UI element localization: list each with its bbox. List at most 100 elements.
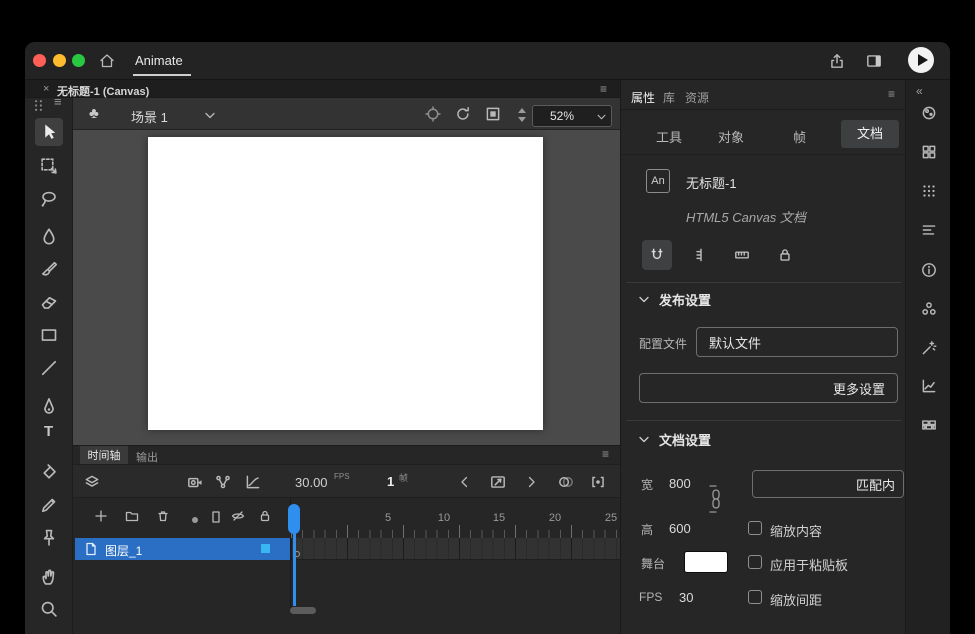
properties-menu-icon[interactable]: ≡ bbox=[888, 87, 895, 101]
scene-name[interactable]: 场景 1 bbox=[131, 107, 168, 126]
snap-align-button[interactable] bbox=[686, 240, 716, 270]
new-layer-button[interactable] bbox=[93, 508, 109, 524]
rotate-tool-icon[interactable] bbox=[454, 105, 472, 123]
subtab-tool[interactable]: 工具 bbox=[656, 127, 682, 146]
new-folder-button[interactable] bbox=[124, 508, 140, 524]
doc-tab-label[interactable]: 无标题-1 (Canvas) bbox=[57, 83, 149, 99]
spacing-checkbox[interactable] bbox=[748, 590, 762, 604]
maximize-button[interactable] bbox=[72, 54, 85, 67]
height-value[interactable]: 600 bbox=[669, 521, 691, 536]
play-button[interactable] bbox=[908, 47, 934, 73]
panel-align-icon[interactable] bbox=[920, 221, 938, 239]
clip-content-icon[interactable] bbox=[484, 105, 502, 123]
insert-keyframe-icon[interactable] bbox=[489, 473, 507, 491]
camera-icon[interactable] bbox=[186, 473, 204, 491]
tab-properties[interactable]: 属性 bbox=[631, 89, 655, 106]
panel-info-icon[interactable] bbox=[920, 261, 938, 279]
center-stage-icon[interactable] bbox=[424, 105, 442, 123]
current-frame-value[interactable]: 1 bbox=[387, 474, 394, 489]
ruler-button[interactable] bbox=[727, 240, 757, 270]
share-icon[interactable] bbox=[828, 52, 846, 70]
pasteboard[interactable] bbox=[73, 130, 620, 445]
fps-value[interactable]: 30 bbox=[679, 590, 693, 605]
layer-name[interactable]: 图层_1 bbox=[105, 542, 142, 559]
scale-content-checkbox[interactable] bbox=[748, 521, 762, 535]
match-contents-button[interactable]: 匹配内 bbox=[752, 470, 904, 498]
panel-dots-grid-icon[interactable] bbox=[920, 182, 938, 200]
layer-row[interactable]: 图层_1 bbox=[75, 538, 290, 560]
frame-ruler[interactable]: 5 10 15 20 25 bbox=[291, 498, 620, 538]
docset-section-title[interactable]: 文档设置 bbox=[659, 430, 711, 449]
link-dimensions-icon[interactable] bbox=[707, 484, 723, 514]
subtab-frame[interactable]: 帧 bbox=[793, 127, 806, 146]
tab-output[interactable]: 输出 bbox=[136, 449, 158, 465]
onion-skin-icon[interactable] bbox=[557, 473, 575, 491]
hand-tool-icon[interactable] bbox=[39, 567, 59, 587]
subtab-document[interactable]: 文档 bbox=[841, 120, 899, 148]
classic-brush-tool-icon[interactable] bbox=[39, 260, 59, 280]
paint-bucket-tool-icon[interactable] bbox=[39, 463, 59, 483]
stage-color-swatch[interactable] bbox=[684, 551, 728, 573]
subtab-object[interactable]: 对象 bbox=[718, 127, 744, 146]
tab-animate[interactable]: Animate bbox=[135, 53, 183, 68]
zoom-step-up-icon[interactable] bbox=[518, 108, 526, 113]
tab-library[interactable]: 库 bbox=[663, 89, 675, 106]
layer-outline-color-swatch[interactable] bbox=[261, 544, 270, 553]
scene-dropdown-chevron-icon[interactable] bbox=[205, 112, 215, 119]
text-tool-icon[interactable]: T bbox=[44, 423, 53, 440]
canvas-panel-menu-icon[interactable]: ≡ bbox=[600, 82, 607, 96]
zoom-step-down-icon[interactable] bbox=[518, 117, 526, 122]
width-value[interactable]: 800 bbox=[669, 476, 691, 491]
publish-section-chevron-icon[interactable] bbox=[639, 296, 649, 303]
lock-layers-icon[interactable] bbox=[257, 508, 273, 524]
workspace-icon[interactable] bbox=[865, 52, 883, 70]
home-icon[interactable] bbox=[98, 52, 116, 70]
lasso-tool-icon[interactable] bbox=[39, 189, 59, 209]
tab-assets[interactable]: 资源 bbox=[685, 89, 709, 106]
outline-view-icon[interactable] bbox=[209, 509, 223, 525]
panel-pattern-icon[interactable] bbox=[920, 416, 938, 434]
graph-editor-icon[interactable] bbox=[244, 473, 262, 491]
rectangle-tool-icon[interactable] bbox=[39, 325, 59, 345]
panel-grip-icon[interactable] bbox=[33, 99, 44, 112]
symbols-clubs-icon[interactable]: ♣ bbox=[89, 105, 99, 122]
asset-warp-tool-icon[interactable] bbox=[39, 528, 59, 548]
publish-section-title[interactable]: 发布设置 bbox=[659, 290, 711, 309]
snap-magnet-button[interactable] bbox=[642, 240, 672, 270]
doc-tab-close-icon[interactable]: × bbox=[43, 83, 49, 95]
frame-grid[interactable] bbox=[291, 538, 620, 560]
free-transform-tool-icon[interactable] bbox=[39, 156, 59, 176]
pen-tool-icon[interactable] bbox=[39, 397, 59, 417]
edit-multiple-frames-icon[interactable] bbox=[589, 473, 607, 491]
delete-layer-button[interactable] bbox=[155, 508, 171, 524]
close-button[interactable] bbox=[33, 54, 46, 67]
parenting-view-icon[interactable] bbox=[214, 473, 232, 491]
step-forward-icon[interactable] bbox=[523, 474, 539, 490]
fluid-brush-tool-icon[interactable] bbox=[39, 227, 59, 247]
zoom-tool-icon[interactable] bbox=[39, 599, 59, 619]
profile-combobox[interactable]: 默认文件 bbox=[696, 327, 898, 357]
zoom-level-combobox[interactable]: 52% bbox=[532, 105, 612, 127]
collapse-panels-icon[interactable]: « bbox=[916, 84, 923, 98]
stage[interactable] bbox=[148, 137, 543, 430]
panel-chart-icon[interactable] bbox=[920, 377, 938, 395]
highlight-layers-icon[interactable] bbox=[192, 517, 198, 523]
tab-timeline[interactable]: 时间轴 bbox=[80, 446, 128, 464]
timeline-menu-icon[interactable]: ≡ bbox=[602, 447, 609, 461]
panel-sphere-icon[interactable] bbox=[920, 104, 938, 122]
minimize-button[interactable] bbox=[53, 54, 66, 67]
eraser-tool-icon[interactable] bbox=[39, 292, 59, 312]
layers-panel-icon[interactable] bbox=[83, 473, 101, 491]
panel-swatches-icon[interactable] bbox=[920, 300, 938, 318]
pencil-tool-icon[interactable] bbox=[39, 495, 59, 515]
pasteboard-checkbox[interactable] bbox=[748, 555, 762, 569]
selection-tool-icon[interactable] bbox=[39, 122, 59, 142]
timeline-hscrollbar-thumb[interactable] bbox=[290, 607, 316, 614]
step-back-icon[interactable] bbox=[457, 474, 473, 490]
docset-section-chevron-icon[interactable] bbox=[639, 436, 649, 443]
fps-value[interactable]: 30.00 bbox=[295, 475, 328, 490]
line-tool-icon[interactable] bbox=[39, 358, 59, 378]
panel-grid-icon[interactable] bbox=[920, 143, 938, 161]
lock-button[interactable] bbox=[770, 240, 800, 270]
tools-menu-icon[interactable]: ≡ bbox=[54, 94, 62, 109]
